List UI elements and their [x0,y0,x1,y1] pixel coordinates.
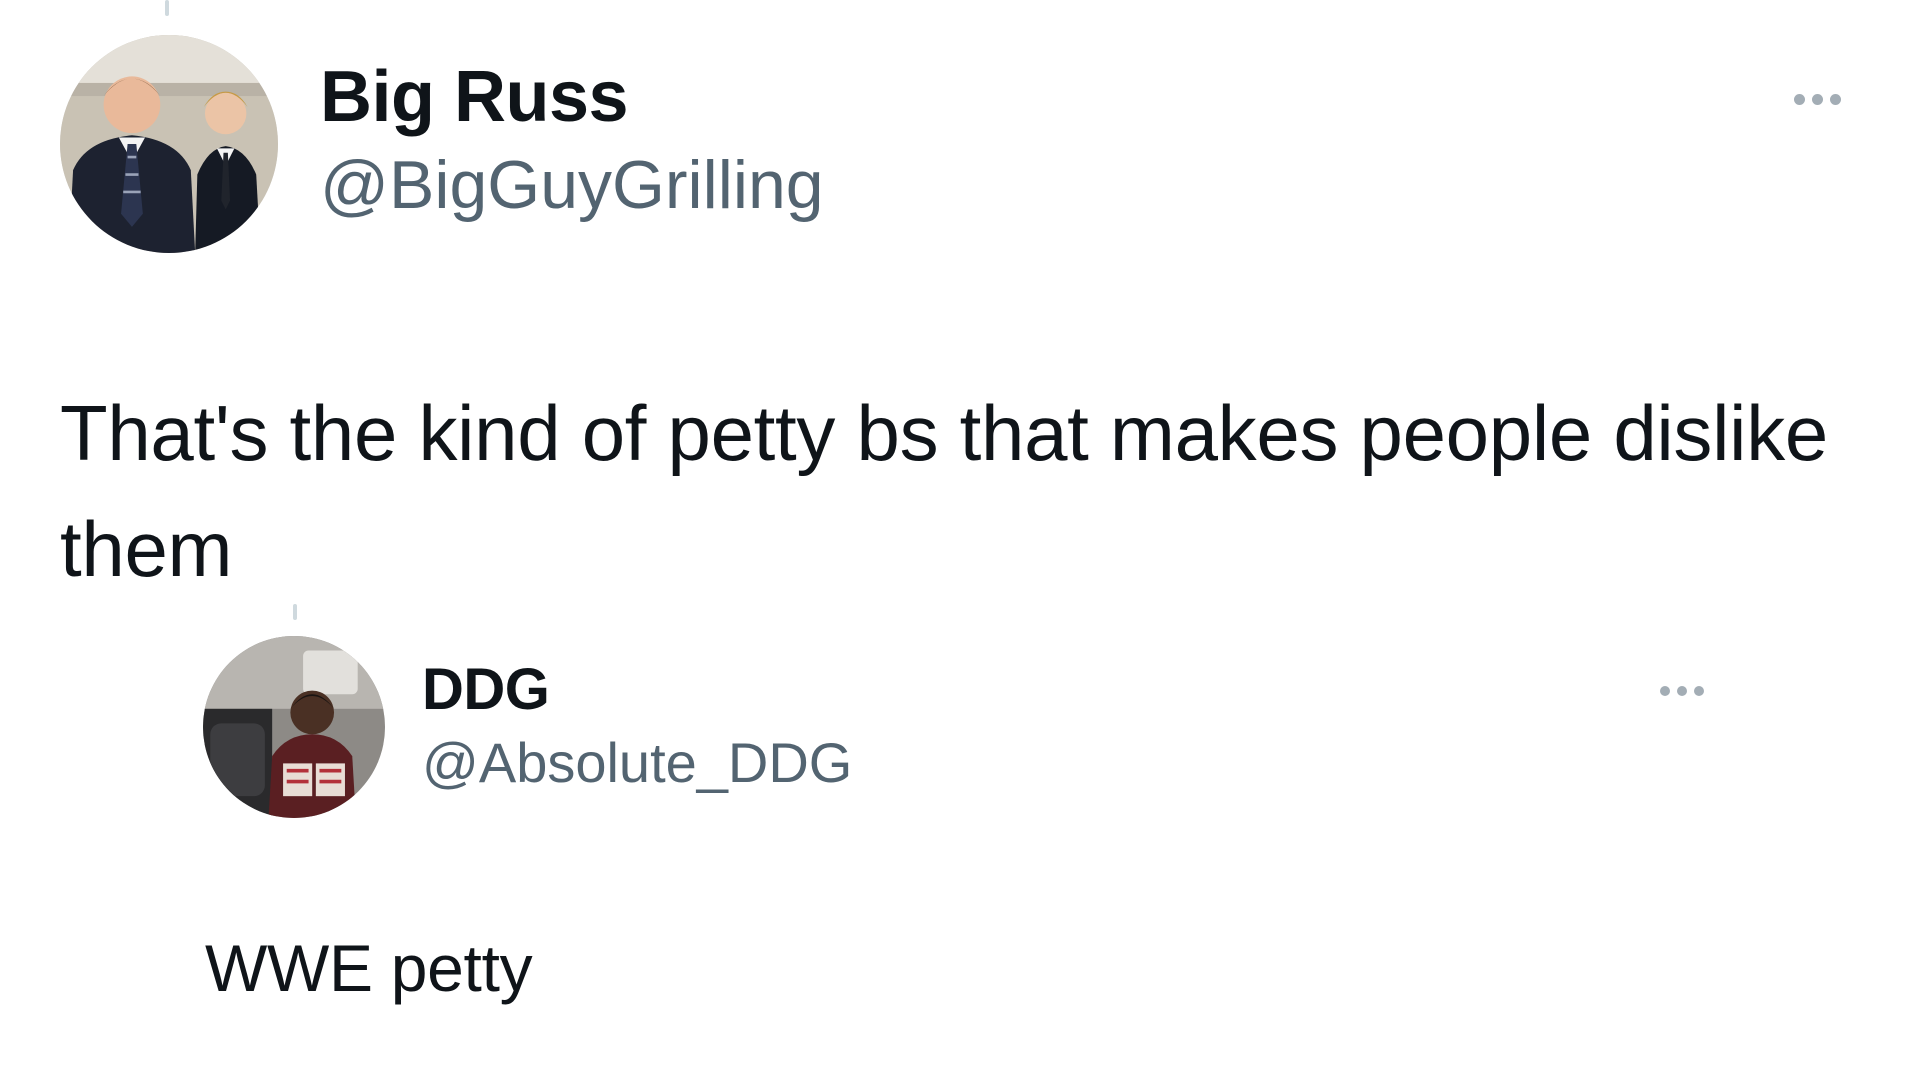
ellipsis-icon [1794,94,1805,105]
display-name[interactable]: DDG [422,656,550,723]
thread-connector-top [165,0,169,16]
ellipsis-icon [1830,94,1841,105]
ellipsis-icon [1677,686,1687,696]
ellipsis-icon [1660,686,1670,696]
display-name[interactable]: Big Russ [320,56,629,138]
user-handle[interactable]: @BigGuyGrilling [320,146,824,224]
avatar-ddg[interactable] [203,636,385,818]
more-options-button[interactable] [1654,680,1710,702]
ellipsis-icon [1694,686,1704,696]
tweet-text: That's the kind of petty bs that makes p… [60,389,1850,593]
tweet-text: WWE petty [205,931,533,1005]
user-handle[interactable]: @Absolute_DDG [422,730,852,795]
avatar-photo [203,636,385,818]
ellipsis-icon [1812,94,1823,105]
avatar-photo [60,35,278,253]
more-options-button[interactable] [1788,88,1847,111]
avatar-big-russ[interactable] [60,35,278,253]
